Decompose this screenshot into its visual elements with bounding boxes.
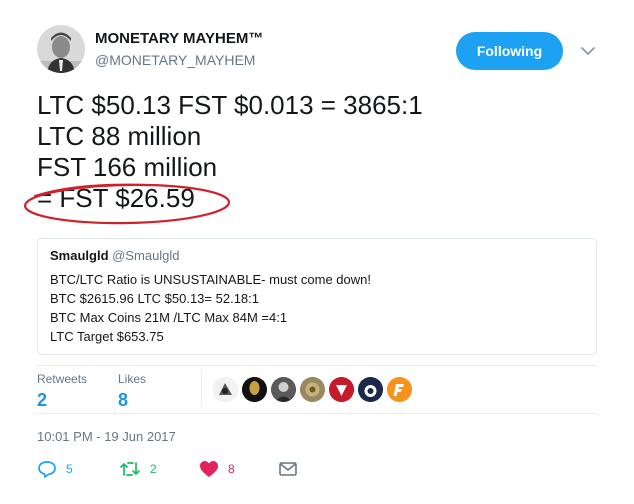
author-info: MONETARY MAYHEM™ @MONETARY_MAYHEM: [95, 30, 263, 69]
author-display-name[interactable]: MONETARY MAYHEM™: [95, 30, 263, 48]
envelope-icon: [278, 460, 298, 478]
quoted-tweet-line: BTC $2615.96 LTC $50.13= 52.18:1: [50, 291, 259, 306]
reply-button[interactable]: 5: [37, 459, 73, 479]
quoted-author-handle: @Smaulgld: [112, 248, 180, 263]
author-avatar-image: [37, 25, 85, 73]
author-avatar[interactable]: [37, 25, 85, 73]
liker-avatar[interactable]: [329, 377, 354, 402]
retweets-label: Retweets: [37, 372, 88, 386]
quoted-author-name: Smaulgld: [50, 248, 109, 263]
quoted-tweet-line: BTC Max Coins 21M /LTC Max 84M =4:1: [50, 310, 288, 325]
chevron-down-icon[interactable]: [579, 42, 597, 60]
quoted-tweet-line: BTC/LTC Ratio is UNSUSTAINABLE- must com…: [50, 272, 371, 287]
divider: [37, 365, 597, 366]
liker-avatars: [213, 377, 416, 402]
reply-icon: [37, 460, 57, 478]
tweet-timestamp[interactable]: 10:01 PM - 19 Jun 2017: [37, 429, 176, 445]
following-button[interactable]: Following: [456, 32, 563, 70]
tweet-actions: 5 2 8: [37, 459, 337, 479]
tweet-line: LTC $50.13 FST $0.013 = 3865:1: [37, 90, 423, 120]
liker-avatar[interactable]: [387, 377, 412, 402]
author-handle[interactable]: @MONETARY_MAYHEM: [95, 51, 263, 69]
tweet-line: FST 166 million: [37, 152, 218, 182]
tweet-line: = FST $26.59: [37, 183, 195, 213]
like-count: 8: [228, 462, 235, 476]
tweet-line: LTC 88 million: [37, 121, 202, 151]
divider: [37, 413, 597, 414]
liker-avatar[interactable]: [213, 377, 238, 402]
liker-avatar[interactable]: [300, 377, 325, 402]
quoted-tweet[interactable]: Smaulgld @Smaulgld BTC/LTC Ratio is UNSU…: [37, 238, 597, 355]
retweets-stat[interactable]: Retweets 2: [37, 372, 87, 411]
liker-avatar[interactable]: [271, 377, 296, 402]
tweet-text: LTC $50.13 FST $0.013 = 3865:1 LTC 88 mi…: [37, 90, 423, 214]
reply-count: 5: [66, 462, 73, 476]
retweets-count: 2: [37, 390, 48, 410]
liker-avatar[interactable]: [358, 377, 383, 402]
likes-stat[interactable]: Likes 8: [118, 372, 146, 411]
retweet-button[interactable]: 2: [119, 459, 157, 479]
stats-divider: [201, 370, 202, 406]
retweet-count: 2: [150, 462, 157, 476]
likes-label: Likes: [118, 372, 147, 386]
like-button[interactable]: 8: [199, 459, 235, 479]
liker-avatar[interactable]: [242, 377, 267, 402]
message-button[interactable]: [278, 459, 298, 479]
heart-icon: [199, 460, 219, 478]
quoted-tweet-line: LTC Target $653.75: [50, 329, 164, 344]
retweet-icon: [119, 460, 141, 478]
likes-count: 8: [118, 390, 129, 410]
quoted-tweet-header: Smaulgld @Smaulgld: [50, 248, 584, 264]
